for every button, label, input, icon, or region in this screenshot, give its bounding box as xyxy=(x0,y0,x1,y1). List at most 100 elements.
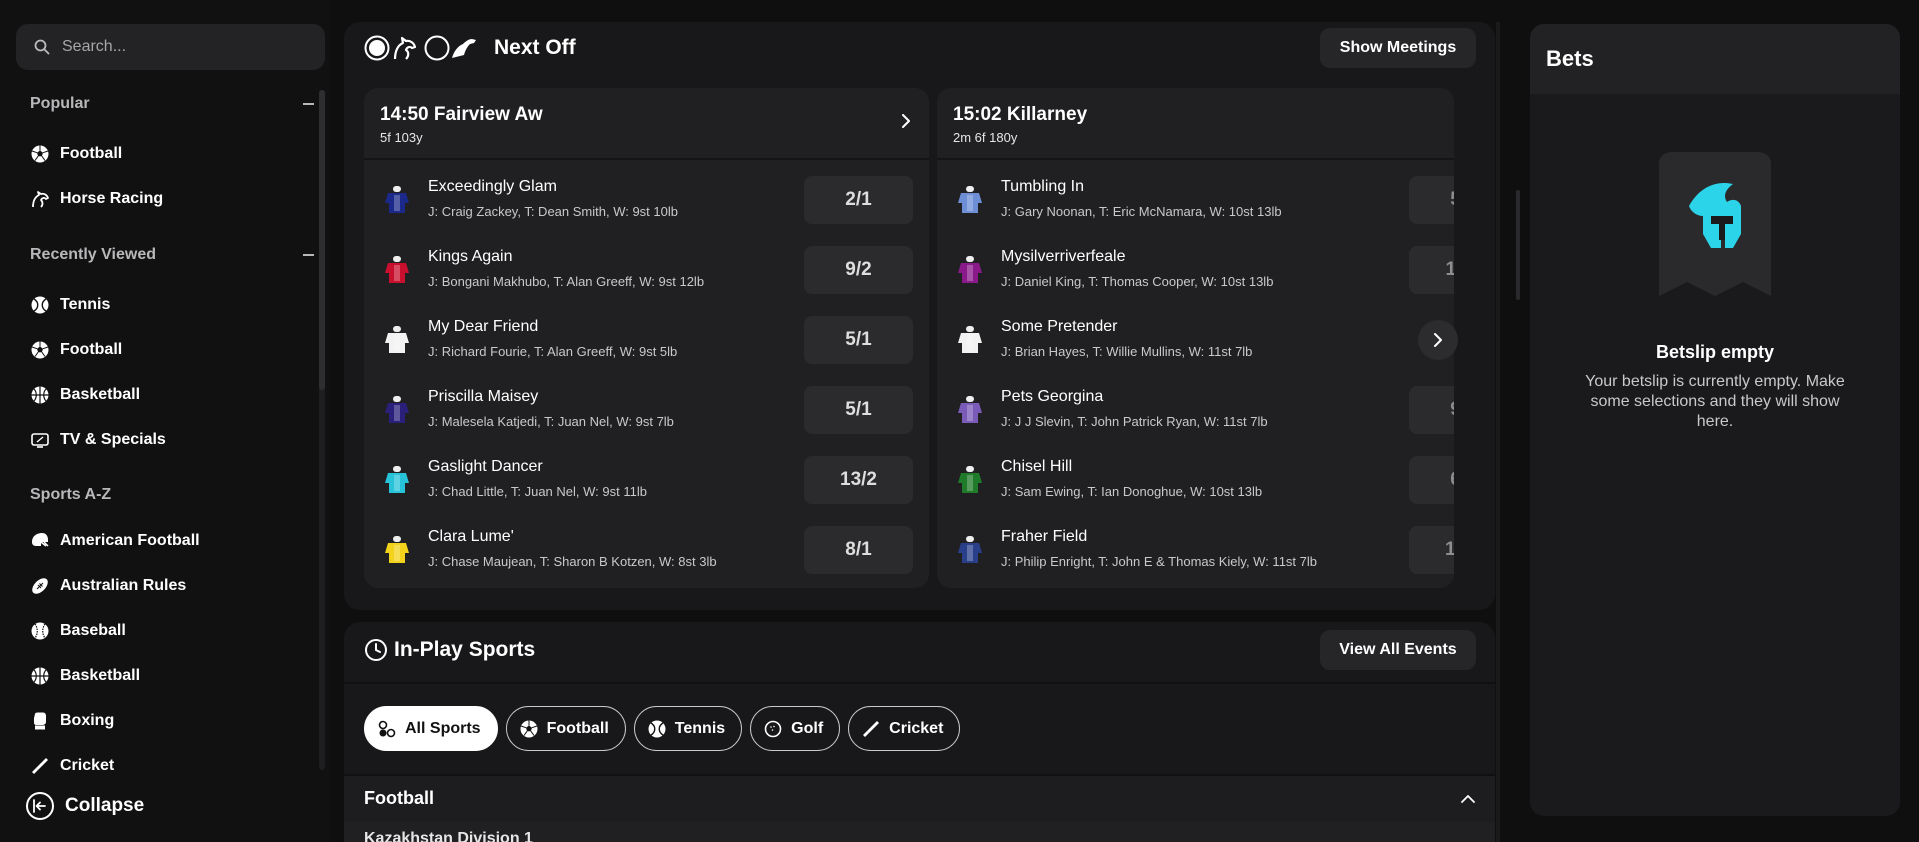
league-header[interactable]: Kazakhstan Division 1 xyxy=(344,822,1495,842)
spartan-helmet-icon xyxy=(1659,152,1771,296)
sidebar-item-basketball[interactable]: Basketball xyxy=(30,661,310,691)
runner-info: J: Philip Enright, T: John E & Thomas Ki… xyxy=(1001,554,1317,569)
odds-button[interactable]: 8/1 xyxy=(804,526,913,574)
sidebar-item-basketball[interactable]: Basketball xyxy=(30,380,310,410)
odds-button[interactable]: 9/2 xyxy=(804,246,913,294)
odds-button[interactable]: 13/2 xyxy=(804,456,913,504)
race-card[interactable]: 14:50 Fairview Aw 5f 103y Exceedingly Gl… xyxy=(364,88,929,588)
left-sidebar: Search... Popular Football Horse Racing … xyxy=(0,0,330,842)
filter-pill-label: Cricket xyxy=(889,719,944,737)
runner-info: J: Sam Ewing, T: Ian Donoghue, W: 10st 1… xyxy=(1001,484,1263,499)
golf-icon xyxy=(763,719,783,739)
odds-button[interactable]: 13/2 xyxy=(1409,526,1454,574)
search-input[interactable]: Search... xyxy=(62,38,126,56)
sidebar-item-american-football[interactable]: American Football xyxy=(30,526,310,556)
collapse-button[interactable]: Collapse xyxy=(26,792,144,820)
chevron-up-icon[interactable] xyxy=(1461,794,1475,803)
runner-name: Some Pretender xyxy=(1001,318,1118,335)
greyhound-filter-toggle[interactable] xyxy=(364,34,418,62)
filter-pill-football[interactable]: Football xyxy=(505,706,626,751)
cricket-icon xyxy=(861,719,881,739)
boxing-icon xyxy=(30,711,50,731)
show-meetings-button[interactable]: Show Meetings xyxy=(1320,28,1476,68)
next-off-panel: Next Off Show Meetings 14:50 Fairview Aw… xyxy=(344,22,1495,610)
sidebar-item-horse-racing[interactable]: Horse Racing xyxy=(30,184,310,214)
runner-row: Pets Georgina J: J J Slevin, T: John Patr… xyxy=(937,374,1454,444)
sidebar-item-label: Basketball xyxy=(60,386,141,403)
odds-button[interactable]: 6/1 xyxy=(1409,456,1454,504)
odds-button[interactable]: 11/4 xyxy=(1409,246,1454,294)
odds-button[interactable]: 5/2 xyxy=(1409,176,1454,224)
runner-name: Mysilverriverfeale xyxy=(1001,248,1126,265)
jockey-silk-icon xyxy=(958,466,982,493)
odds-button[interactable]: 5/1 xyxy=(804,316,913,364)
runner-info: J: Craig Zackey, T: Dean Smith, W: 9st 1… xyxy=(428,204,678,219)
runner-row: Gaslight Dancer J: Chad Little, T: Juan N… xyxy=(364,444,929,514)
jockey-silk-icon xyxy=(958,256,982,283)
sidebar-item-tv-specials[interactable]: TV & Specials xyxy=(30,425,310,455)
sidebar-item-label: Cricket xyxy=(60,757,115,774)
filter-pill-golf[interactable]: Golf xyxy=(750,706,841,751)
sports-az-title: Sports A-Z xyxy=(30,486,112,503)
sidebar-item-australian-rules[interactable]: Australian Rules xyxy=(30,571,310,601)
runner-name: Fraher Field xyxy=(1001,528,1088,545)
filter-pill-tennis[interactable]: Tennis xyxy=(633,706,743,751)
sidebar-scrollbar[interactable] xyxy=(319,90,325,770)
sidebar-item-tennis[interactable]: Tennis xyxy=(30,290,310,320)
filter-pill-cricket[interactable]: Cricket xyxy=(848,706,961,751)
runner-info: J: Richard Fourie, T: Alan Greeff, W: 9s… xyxy=(428,344,678,359)
odds-button[interactable]: 5/1 xyxy=(804,386,913,434)
main-scrollbar[interactable] xyxy=(1496,22,1500,842)
runner-name: Exceedingly Glam xyxy=(428,178,557,195)
sidebar-item-label: Tennis xyxy=(60,296,111,313)
sidebar-item-football[interactable]: Football xyxy=(30,139,310,169)
odds-button[interactable]: 2/1 xyxy=(804,176,913,224)
sidebar-item-label: TV & Specials xyxy=(60,431,166,448)
football-section-header[interactable]: Football xyxy=(344,774,1495,822)
jockey-silk-icon xyxy=(385,536,409,563)
tennis-icon xyxy=(30,295,50,315)
search-bar[interactable]: Search... xyxy=(16,24,325,70)
view-all-events-button[interactable]: View All Events xyxy=(1320,630,1476,670)
runner-row: Kings Again J: Bongani Makhubo, T: Alan G… xyxy=(364,234,929,304)
divider xyxy=(344,682,1495,684)
jockey-silk-icon xyxy=(958,396,982,423)
search-icon xyxy=(34,39,50,55)
runner-name: Kings Again xyxy=(428,248,513,265)
minus-icon[interactable] xyxy=(303,103,314,105)
main-scrollbar-thumb[interactable] xyxy=(1516,190,1520,300)
minus-icon[interactable] xyxy=(303,254,314,256)
sidebar-item-cricket[interactable]: Cricket xyxy=(30,751,310,781)
race-header[interactable]: 14:50 Fairview Aw 5f 103y xyxy=(364,88,929,160)
sidebar-item-boxing[interactable]: Boxing xyxy=(30,706,310,736)
greyhound-filter-toggle-2[interactable] xyxy=(424,34,478,62)
race-card[interactable]: 15:02 Killarney 2m 6f 180y Tumbling In J:… xyxy=(937,88,1454,588)
horse-racing-icon xyxy=(393,36,417,60)
runner-name: Chisel Hill xyxy=(1001,458,1073,475)
bets-panel: Bets Betslip empty Your betslip is curre… xyxy=(1530,24,1900,816)
jockey-silk-icon xyxy=(385,186,409,213)
collapse-icon xyxy=(26,792,54,820)
odds-button[interactable]: 9/2 xyxy=(1409,386,1454,434)
filter-pill-label: Tennis xyxy=(674,719,726,737)
filter-pill-all-sports[interactable]: All Sports xyxy=(364,706,498,751)
race-header[interactable]: 15:02 Killarney 2m 6f 180y xyxy=(937,88,1454,160)
league-label: Kazakhstan Division 1 xyxy=(364,830,533,842)
runner-info: J: Chase Maujean, T: Sharon B Kotzen, W:… xyxy=(428,554,717,569)
jockey-silk-icon xyxy=(385,326,409,353)
football-icon xyxy=(30,144,50,164)
runner-row: Chisel Hill J: Sam Ewing, T: Ian Donoghue… xyxy=(937,444,1454,514)
carousel-next-button[interactable] xyxy=(1418,320,1458,360)
recently-viewed-section-header[interactable]: Recently Viewed xyxy=(30,246,320,264)
sidebar-item-label: Basketball xyxy=(60,667,141,684)
recently-viewed-title: Recently Viewed xyxy=(30,246,156,263)
sidebar-item-football[interactable]: Football xyxy=(30,335,310,365)
australian-rules-icon xyxy=(30,576,50,596)
horse-racing-icon xyxy=(30,189,50,209)
race-title: 14:50 Fairview Aw xyxy=(380,104,543,125)
jockey-silk-icon xyxy=(385,256,409,283)
chevron-right-icon[interactable] xyxy=(899,114,913,128)
sidebar-item-baseball[interactable]: Baseball xyxy=(30,616,310,646)
runner-name: Priscilla Maisey xyxy=(428,388,539,405)
popular-section-header[interactable]: Popular xyxy=(30,95,320,113)
